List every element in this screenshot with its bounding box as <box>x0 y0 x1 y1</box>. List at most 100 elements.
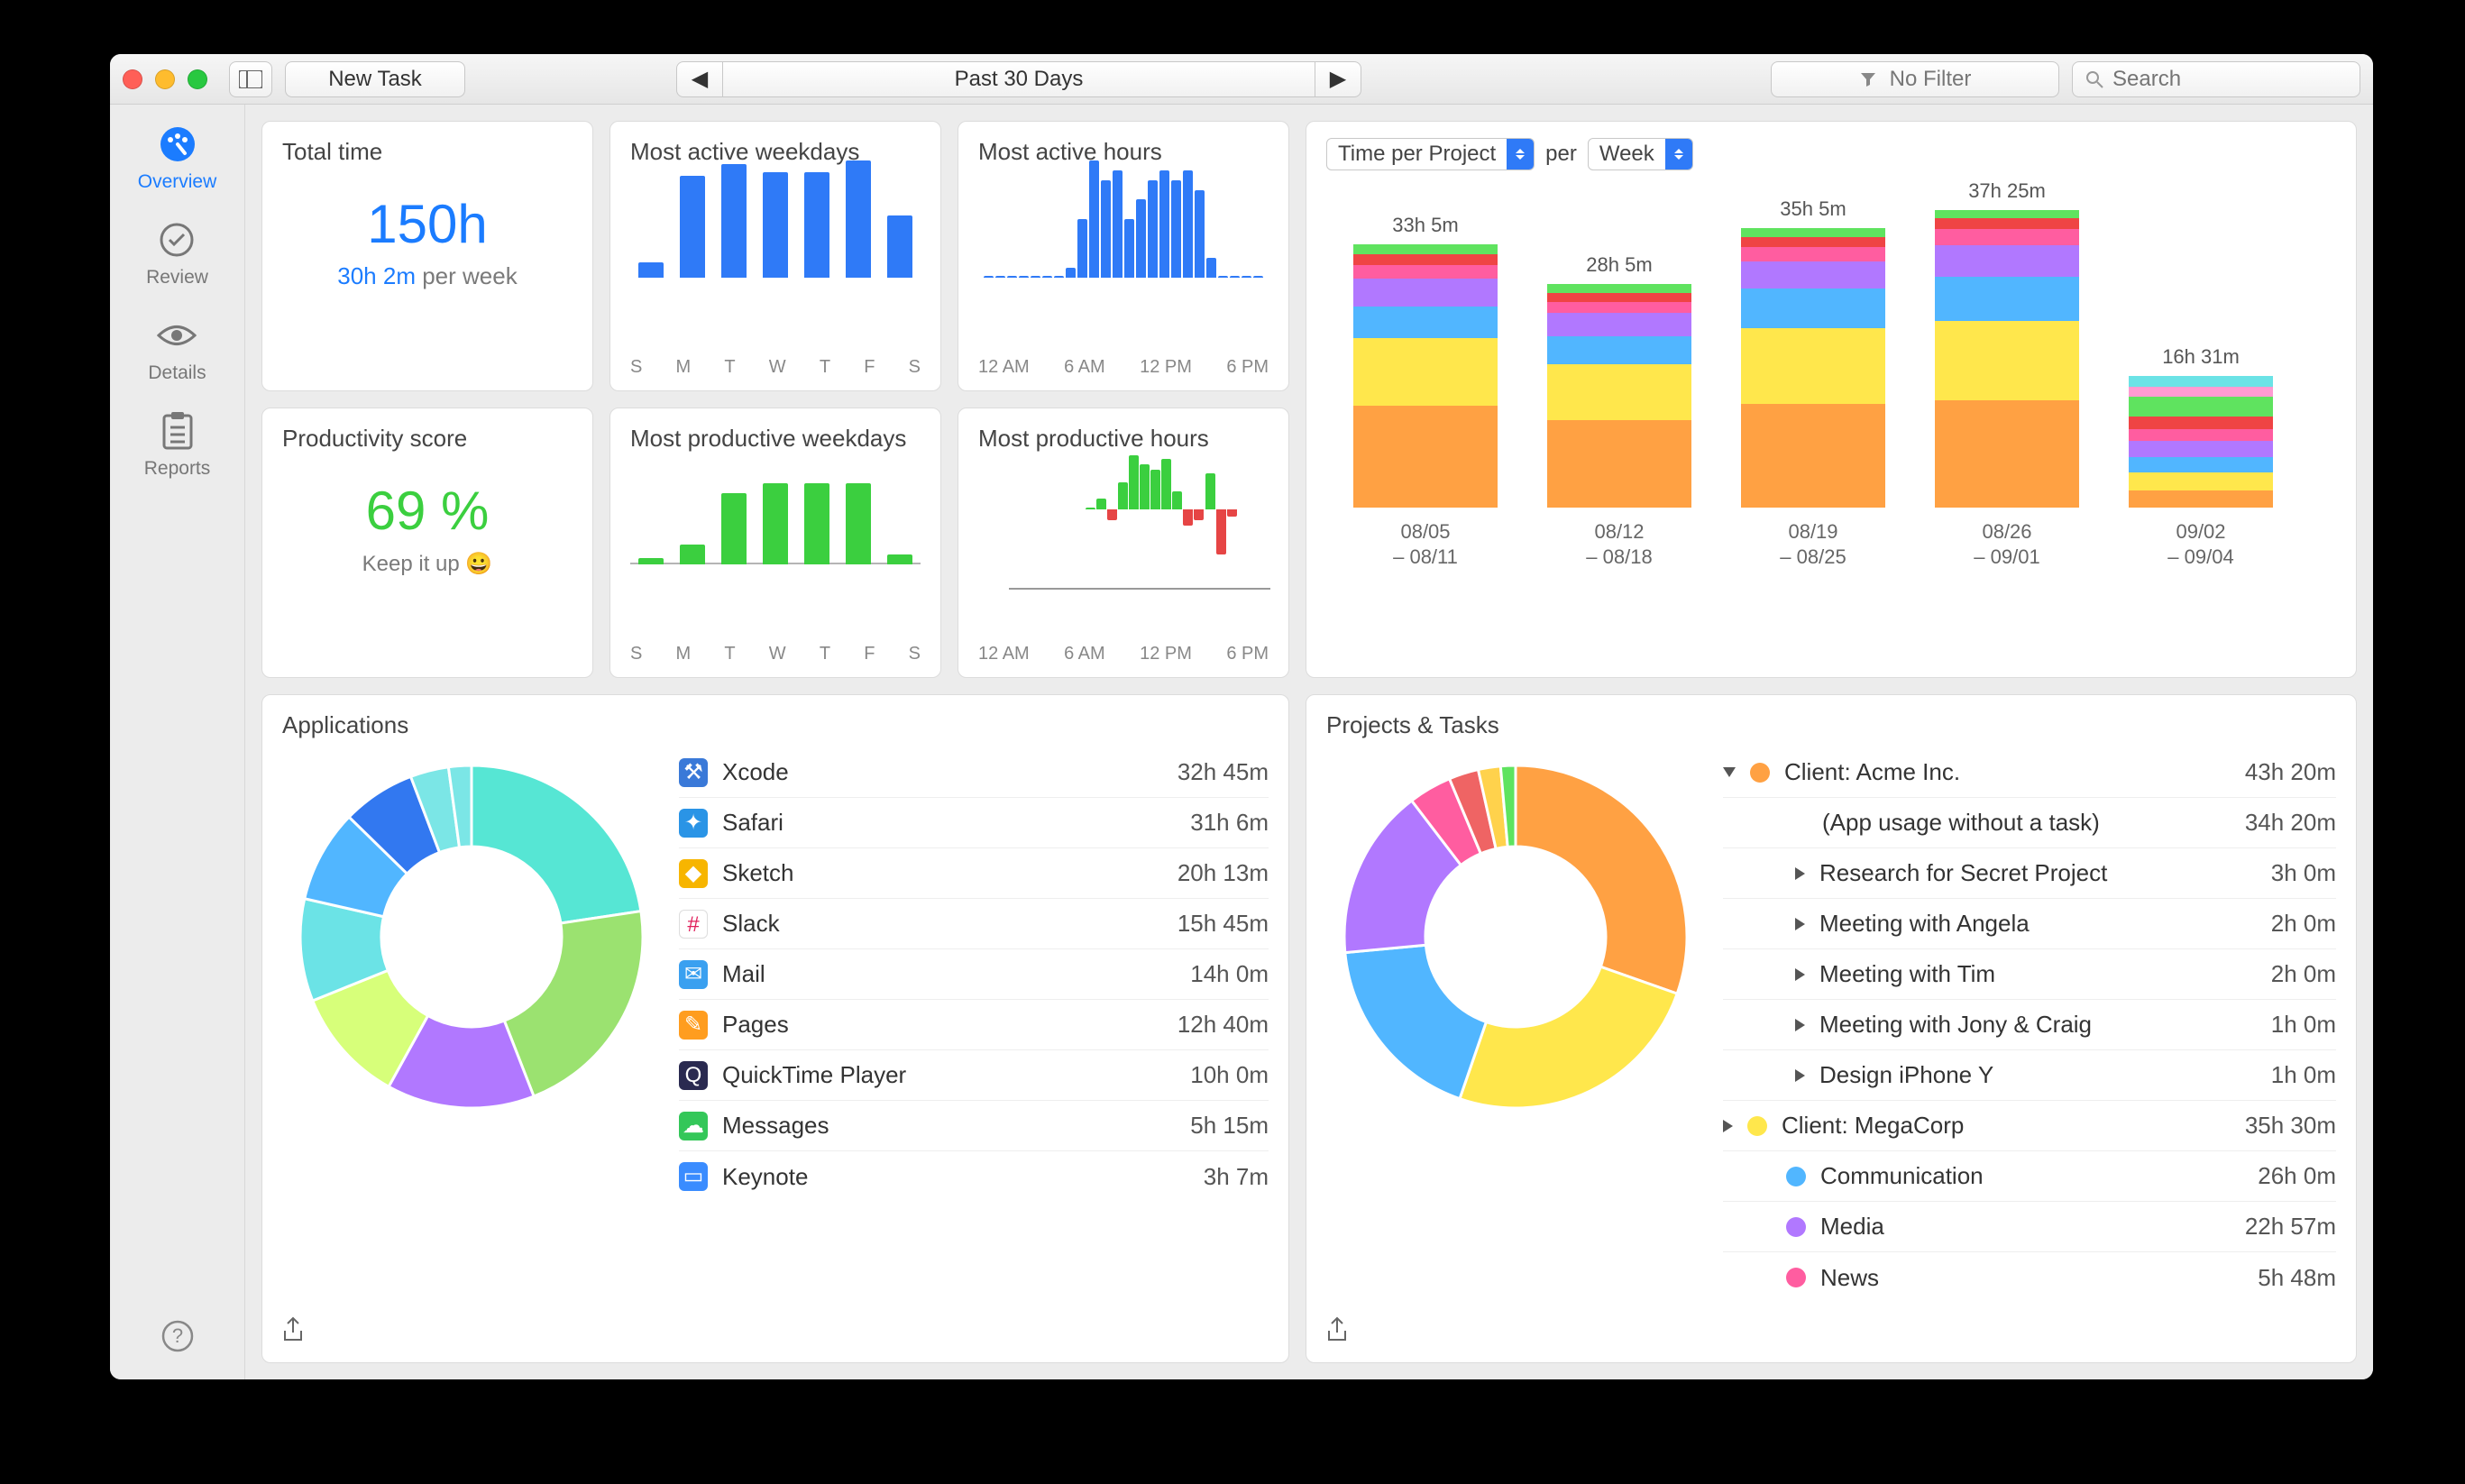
sidebar-item-review[interactable]: Review <box>146 218 208 289</box>
active-weekdays-chart <box>630 175 921 310</box>
help-icon: ? <box>156 1315 199 1358</box>
application-row[interactable]: ◆ Sketch 20h 13m <box>679 848 1269 899</box>
bar-total-label: 35h 5m <box>1723 197 1903 221</box>
project-time: 22h 57m <box>2245 1213 2336 1241</box>
project-row[interactable]: Client: MegaCorp 35h 30m <box>1723 1101 2336 1151</box>
applications-list: ⚒ Xcode 32h 45m✦ Safari 31h 6m◆ Sketch 2… <box>679 747 1269 1346</box>
card-title: Projects & Tasks <box>1326 711 1499 739</box>
application-row[interactable]: ✎ Pages 12h 40m <box>679 1000 1269 1050</box>
disclosure-triangle-icon[interactable] <box>1723 767 1736 777</box>
zoom-window-button[interactable] <box>188 69 207 89</box>
stacked-bar-chart: 33h 5m08/05– 08/1128h 5m08/12– 08/1835h … <box>1326 183 2336 571</box>
project-row[interactable]: Design iPhone Y 1h 0m <box>1723 1050 2336 1101</box>
filter-button[interactable]: No Filter <box>1771 61 2059 97</box>
app-icon: ✉ <box>679 960 708 989</box>
prev-range-button[interactable]: ◀ <box>676 61 723 97</box>
card-total-time[interactable]: Total time 150h 30h 2m per week <box>261 121 593 391</box>
disclosure-triangle-icon[interactable] <box>1795 867 1805 880</box>
project-time: 35h 30m <box>2245 1112 2336 1140</box>
app-time: 15h 45m <box>1178 910 1269 938</box>
card-active-hours[interactable]: Most active hours 12 AM6 AM12 PM6 PM <box>958 121 1289 391</box>
app-window: New Task ◀ Past 30 Days ▶ No Filter <box>110 54 2373 1379</box>
application-row[interactable]: ✉ Mail 14h 0m <box>679 949 1269 1000</box>
project-row[interactable]: (App usage without a task) 34h 20m <box>1723 798 2336 848</box>
card-title: Most productive hours <box>978 425 1269 453</box>
chevron-updown-icon <box>1507 139 1534 169</box>
date-range-control: ◀ Past 30 Days ▶ <box>676 61 1361 97</box>
active-hours-chart <box>978 175 1269 310</box>
minimize-window-button[interactable] <box>155 69 175 89</box>
card-active-weekdays[interactable]: Most active weekdays SMTWTFS <box>609 121 941 391</box>
help-button[interactable]: ? <box>156 1315 199 1358</box>
color-dot-icon <box>1786 1268 1806 1287</box>
bar-x-label: 08/19– 08/25 <box>1723 519 1903 571</box>
search-input[interactable] <box>2112 67 2347 92</box>
filter-icon <box>1859 70 1877 88</box>
card-productivity-score[interactable]: Productivity score 69 % Keep it up 😀 <box>261 408 593 678</box>
project-row[interactable]: Media 22h 57m <box>1723 1202 2336 1252</box>
application-row[interactable]: ✦ Safari 31h 6m <box>679 798 1269 848</box>
application-row[interactable]: # Slack 15h 45m <box>679 899 1269 949</box>
productive-hours-chart <box>1009 509 1270 645</box>
card-title: Total time <box>282 138 573 166</box>
productivity-value: 69 % <box>282 480 573 542</box>
project-row[interactable]: Meeting with Jony & Craig 1h 0m <box>1723 1000 2336 1050</box>
share-button[interactable] <box>282 1316 304 1350</box>
project-row[interactable]: Meeting with Tim 2h 0m <box>1723 949 2336 1000</box>
sidebar-item-overview[interactable]: Overview <box>138 123 217 193</box>
check-circle-icon <box>155 218 198 261</box>
bar-total-label: 16h 31m <box>2111 345 2291 369</box>
sidebar-item-details[interactable]: Details <box>148 314 206 384</box>
disclosure-triangle-icon[interactable] <box>1795 968 1805 981</box>
project-row[interactable]: Research for Secret Project 3h 0m <box>1723 848 2336 899</box>
projects-list: Client: Acme Inc. 43h 20m(App usage with… <box>1723 747 2336 1346</box>
app-name: Xcode <box>722 758 789 786</box>
bar-total-label: 28h 5m <box>1529 253 1709 277</box>
project-row[interactable]: News 5h 48m <box>1723 1252 2336 1303</box>
project-row[interactable]: Communication 26h 0m <box>1723 1151 2336 1202</box>
app-time: 31h 6m <box>1190 809 1269 837</box>
chevron-updown-icon <box>1665 139 1692 169</box>
bar-total-label: 37h 25m <box>1917 179 2097 203</box>
app-icon: ⚒ <box>679 758 708 787</box>
project-name: Meeting with Jony & Craig <box>1819 1011 2092 1039</box>
project-name: Media <box>1820 1213 1884 1241</box>
application-row[interactable]: ⚒ Xcode 32h 45m <box>679 747 1269 798</box>
disclosure-triangle-icon[interactable] <box>1795 1019 1805 1031</box>
unit-select[interactable]: Week <box>1588 138 1693 170</box>
projects-donut <box>1326 747 1705 1126</box>
next-range-button[interactable]: ▶ <box>1315 61 1361 97</box>
range-label[interactable]: Past 30 Days <box>723 61 1315 97</box>
sidebar-item-label: Reports <box>144 458 211 480</box>
close-window-button[interactable] <box>123 69 142 89</box>
share-button[interactable] <box>1326 1316 1348 1350</box>
toggle-sidebar-button[interactable] <box>229 61 272 97</box>
project-time: 1h 0m <box>2271 1011 2336 1039</box>
app-icon: Q <box>679 1061 708 1090</box>
search-icon <box>2085 70 2103 88</box>
clipboard-icon <box>156 409 199 453</box>
search-field[interactable] <box>2072 61 2360 97</box>
disclosure-triangle-icon[interactable] <box>1795 1069 1805 1082</box>
new-task-button[interactable]: New Task <box>285 61 465 97</box>
disclosure-triangle-icon[interactable] <box>1723 1120 1733 1132</box>
share-icon <box>282 1316 304 1343</box>
app-name: Mail <box>722 960 765 988</box>
application-row[interactable]: ▭ Keynote 3h 7m <box>679 1151 1269 1202</box>
bar-x-label: 08/05– 08/11 <box>1335 519 1516 571</box>
metric-select[interactable]: Time per Project <box>1326 138 1535 170</box>
application-row[interactable]: ☁ Messages 5h 15m <box>679 1101 1269 1151</box>
application-row[interactable]: Q QuickTime Player 10h 0m <box>679 1050 1269 1101</box>
project-name: Meeting with Tim <box>1819 960 1995 988</box>
app-icon: ☁ <box>679 1112 708 1140</box>
card-productive-weekdays[interactable]: Most productive weekdays SMTWTFS <box>609 408 941 678</box>
app-time: 20h 13m <box>1178 859 1269 887</box>
project-row[interactable]: Client: Acme Inc. 43h 20m <box>1723 747 2336 798</box>
card-productive-hours[interactable]: Most productive hours 12 AM6 AM12 PM6 PM <box>958 408 1289 678</box>
project-time: 43h 20m <box>2245 758 2336 786</box>
titlebar: New Task ◀ Past 30 Days ▶ No Filter <box>110 54 2373 105</box>
disclosure-triangle-icon[interactable] <box>1795 918 1805 930</box>
project-row[interactable]: Meeting with Angela 2h 0m <box>1723 899 2336 949</box>
sidebar-item-reports[interactable]: Reports <box>144 409 211 480</box>
app-name: Safari <box>722 809 783 837</box>
